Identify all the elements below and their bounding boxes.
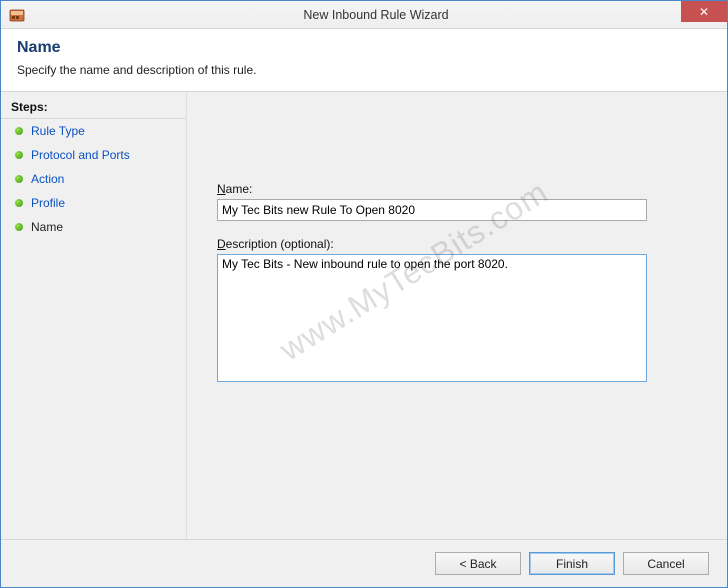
step-action[interactable]: Action bbox=[1, 167, 186, 191]
description-input[interactable] bbox=[217, 254, 647, 382]
bullet-icon bbox=[15, 175, 23, 183]
back-button[interactable]: < Back bbox=[435, 552, 521, 575]
description-field-group: Description (optional): bbox=[217, 237, 697, 385]
bullet-icon bbox=[15, 127, 23, 135]
step-rule-type[interactable]: Rule Type bbox=[1, 119, 186, 143]
page-subtitle: Specify the name and description of this… bbox=[17, 63, 711, 77]
bullet-icon bbox=[15, 223, 23, 231]
step-label: Rule Type bbox=[31, 124, 85, 138]
step-label: Action bbox=[31, 172, 64, 186]
step-label: Name bbox=[31, 220, 63, 234]
name-label: Name: bbox=[217, 182, 697, 196]
steps-sidebar: Steps: Rule Type Protocol and Ports Acti… bbox=[1, 92, 187, 539]
close-icon: ✕ bbox=[699, 5, 709, 19]
titlebar: New Inbound Rule Wizard ✕ bbox=[1, 1, 727, 29]
cancel-button[interactable]: Cancel bbox=[623, 552, 709, 575]
wizard-window: New Inbound Rule Wizard ✕ Name Specify t… bbox=[0, 0, 728, 588]
name-field-group: Name: bbox=[217, 182, 697, 221]
step-profile[interactable]: Profile bbox=[1, 191, 186, 215]
finish-button-label: Finish bbox=[556, 557, 588, 571]
step-name[interactable]: Name bbox=[1, 215, 186, 239]
app-icon bbox=[9, 7, 25, 23]
header-section: Name Specify the name and description of… bbox=[1, 29, 727, 92]
step-protocol-and-ports[interactable]: Protocol and Ports bbox=[1, 143, 186, 167]
main-panel: www.MyTecBits.com Name: Description (opt… bbox=[187, 92, 727, 539]
description-label: Description (optional): bbox=[217, 237, 697, 251]
window-title: New Inbound Rule Wizard bbox=[25, 8, 727, 22]
step-label: Protocol and Ports bbox=[31, 148, 130, 162]
button-row: < Back Finish Cancel bbox=[1, 539, 727, 587]
steps-header: Steps: bbox=[1, 96, 186, 119]
bullet-icon bbox=[15, 199, 23, 207]
name-input[interactable] bbox=[217, 199, 647, 221]
finish-button[interactable]: Finish bbox=[529, 552, 615, 575]
bullet-icon bbox=[15, 151, 23, 159]
cancel-button-label: Cancel bbox=[647, 557, 684, 571]
close-button[interactable]: ✕ bbox=[681, 1, 727, 22]
step-label: Profile bbox=[31, 196, 65, 210]
body-section: Steps: Rule Type Protocol and Ports Acti… bbox=[1, 92, 727, 539]
back-button-label: < Back bbox=[459, 557, 496, 571]
page-title: Name bbox=[17, 39, 711, 57]
